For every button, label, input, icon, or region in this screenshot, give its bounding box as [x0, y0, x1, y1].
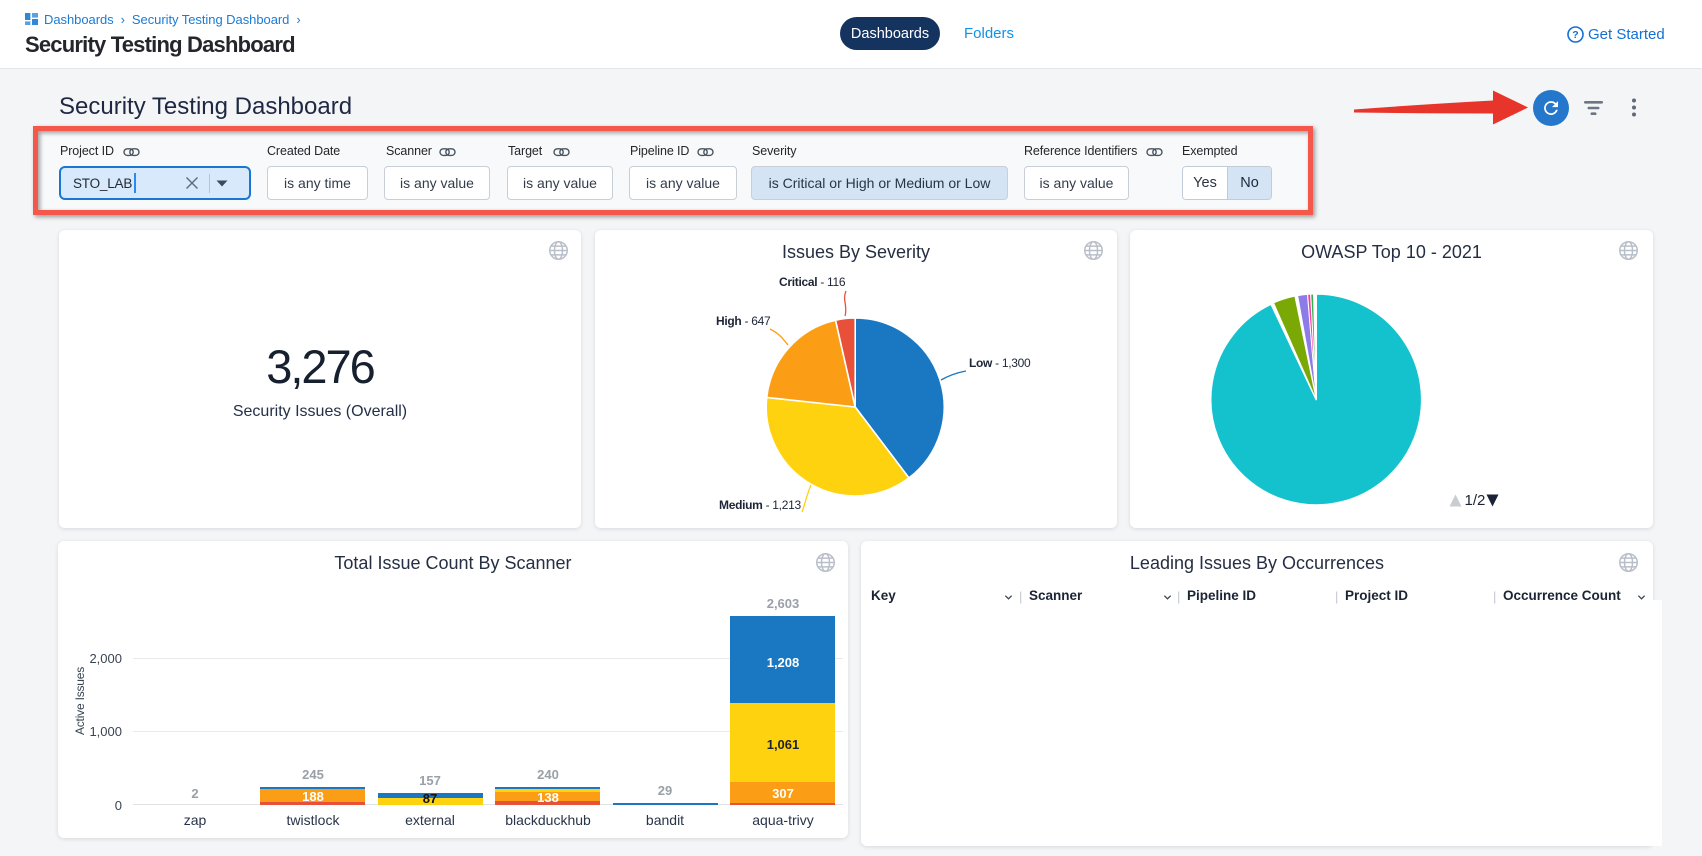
svg-text:?: ?	[1572, 29, 1578, 41]
